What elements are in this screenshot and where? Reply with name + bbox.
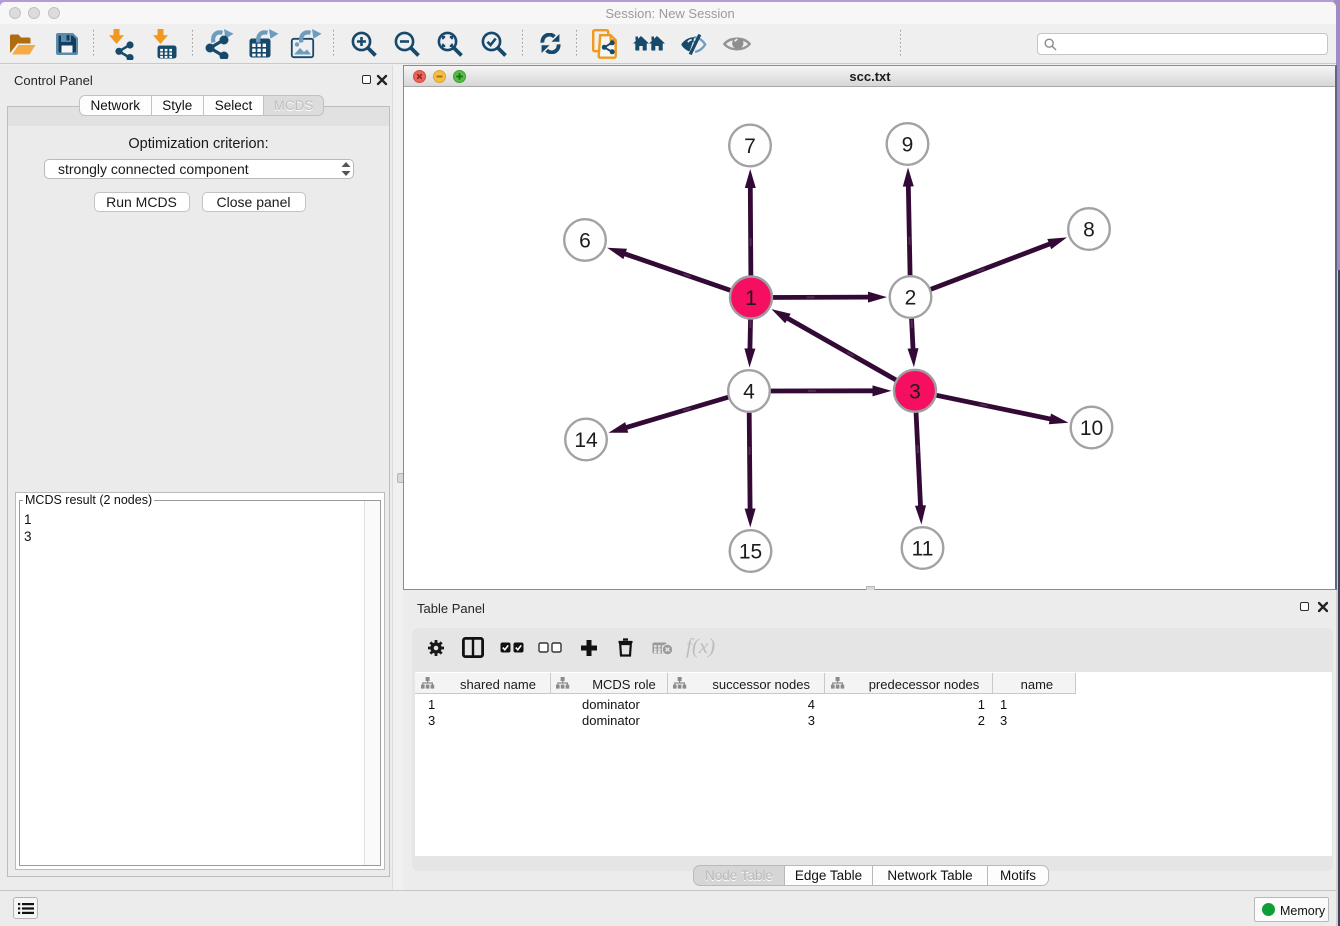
svg-text:7: 7: [744, 135, 756, 158]
svg-text:8: 8: [1083, 219, 1095, 242]
svg-text:10: 10: [1080, 417, 1103, 440]
svg-text:11: 11: [912, 538, 934, 561]
svg-text:4: 4: [743, 381, 755, 404]
svg-text:6: 6: [579, 230, 591, 253]
svg-text:2: 2: [905, 287, 917, 310]
svg-text:15: 15: [739, 541, 762, 564]
svg-text:9: 9: [902, 134, 914, 157]
svg-text:14: 14: [574, 429, 598, 452]
svg-text:1: 1: [745, 287, 757, 310]
svg-text:3: 3: [909, 380, 921, 403]
